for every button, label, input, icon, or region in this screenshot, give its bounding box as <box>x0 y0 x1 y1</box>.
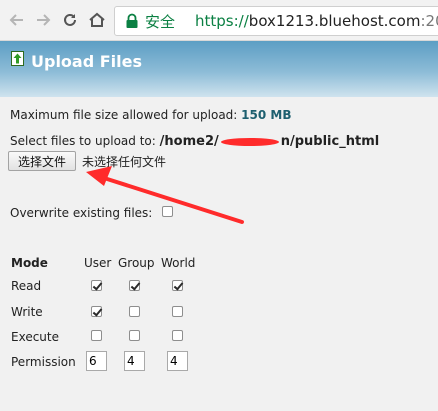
max-size-value: 150 MB <box>241 108 292 122</box>
write-world-checkbox[interactable] <box>172 306 183 317</box>
reload-button[interactable] <box>59 8 81 32</box>
no-file-selected-text: 未选择任何文件 <box>82 155 167 169</box>
world-header: World <box>161 256 196 270</box>
lock-icon <box>125 13 139 29</box>
back-arrow-icon <box>9 14 23 26</box>
mode-header: Mode <box>11 256 48 270</box>
read-user-checkbox[interactable] <box>91 280 102 291</box>
page-title: Upload Files <box>31 52 143 71</box>
permission-group-input[interactable] <box>124 351 145 371</box>
overwrite-checkbox[interactable] <box>162 206 173 217</box>
overwrite-label: Overwrite existing files: <box>10 206 153 220</box>
reload-icon <box>64 13 76 26</box>
execute-user-checkbox[interactable] <box>91 330 102 341</box>
url-host: box1213.bluehost.com <box>248 12 421 30</box>
home-icon <box>89 12 105 27</box>
select-files-line: Select files to upload to: /home2/n/publ… <box>10 134 379 149</box>
select-files-label: Select files to upload to: <box>10 134 156 148</box>
home-button[interactable] <box>86 8 108 32</box>
read-world-checkbox[interactable] <box>172 280 183 291</box>
permission-world-input[interactable] <box>167 351 188 371</box>
write-label: Write <box>11 305 43 319</box>
upload-icon <box>11 51 24 66</box>
forward-arrow-icon <box>37 14 51 26</box>
path-suffix: n/public_html <box>280 134 380 149</box>
group-header: Group <box>118 256 155 270</box>
execute-group-checkbox[interactable] <box>129 330 140 341</box>
url-text: https://box1213.bluehost.com:2083/c <box>195 12 438 30</box>
redaction-mark <box>220 137 279 146</box>
execute-label: Execute <box>11 330 59 344</box>
url-rest: :2083/c <box>420 12 438 30</box>
back-button[interactable] <box>6 8 28 32</box>
read-label: Read <box>11 279 42 293</box>
forward-button[interactable] <box>32 8 54 32</box>
permission-user-input[interactable] <box>86 351 107 371</box>
url-scheme: https:// <box>195 12 249 30</box>
browser-toolbar: 安全 https://box1213.bluehost.com:2083/c <box>0 0 438 41</box>
max-size-label: Maximum file size allowed for upload: <box>10 108 238 122</box>
permission-label: Permission <box>11 355 76 369</box>
read-group-checkbox[interactable] <box>129 280 140 291</box>
secure-label: 安全 <box>145 12 176 31</box>
max-size-line: Maximum file size allowed for upload: 15… <box>10 108 292 122</box>
write-group-checkbox[interactable] <box>129 306 140 317</box>
address-bar[interactable]: 安全 https://box1213.bluehost.com:2083/c <box>114 6 438 36</box>
write-user-checkbox[interactable] <box>91 306 102 317</box>
upload-path: /home2/n/public_html <box>160 134 380 149</box>
user-header: User <box>84 256 112 270</box>
choose-file-button[interactable]: 选择文件 <box>8 151 76 171</box>
execute-world-checkbox[interactable] <box>172 330 183 341</box>
page-header: Upload Files <box>0 41 438 97</box>
path-prefix: /home2/ <box>159 134 219 149</box>
